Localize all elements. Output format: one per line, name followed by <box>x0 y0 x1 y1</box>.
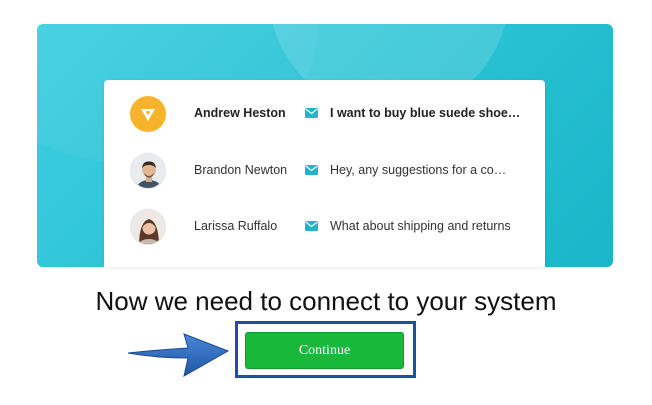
conversation-row[interactable]: Brandon Newton Hey, any suggestions for … <box>104 151 545 191</box>
conversation-list: Andrew Heston I want to buy blue suede s… <box>104 80 545 267</box>
mail-icon <box>305 108 318 118</box>
contact-name: Brandon Newton <box>194 163 288 177</box>
contact-name: Andrew Heston <box>194 106 286 120</box>
conversation-row[interactable]: Andrew Heston I want to buy blue suede s… <box>104 94 545 134</box>
mail-icon <box>305 221 318 231</box>
conversation-row[interactable]: Larissa Ruffalo What about shipping and … <box>104 207 545 247</box>
user-avatar-icon <box>130 209 166 245</box>
message-preview: What about shipping and returns <box>330 219 511 233</box>
pointer-arrow-icon <box>127 333 230 377</box>
page-headline: Now we need to connect to your system <box>95 286 557 316</box>
company-logo-icon <box>130 96 166 132</box>
message-preview: I want to buy blue suede shoe… <box>330 106 520 120</box>
user-avatar-icon <box>130 153 166 189</box>
mail-icon <box>305 165 318 175</box>
continue-button[interactable]: Continue <box>245 332 404 369</box>
contact-name: Larissa Ruffalo <box>194 219 278 233</box>
message-preview: Hey, any suggestions for a co… <box>330 163 507 177</box>
